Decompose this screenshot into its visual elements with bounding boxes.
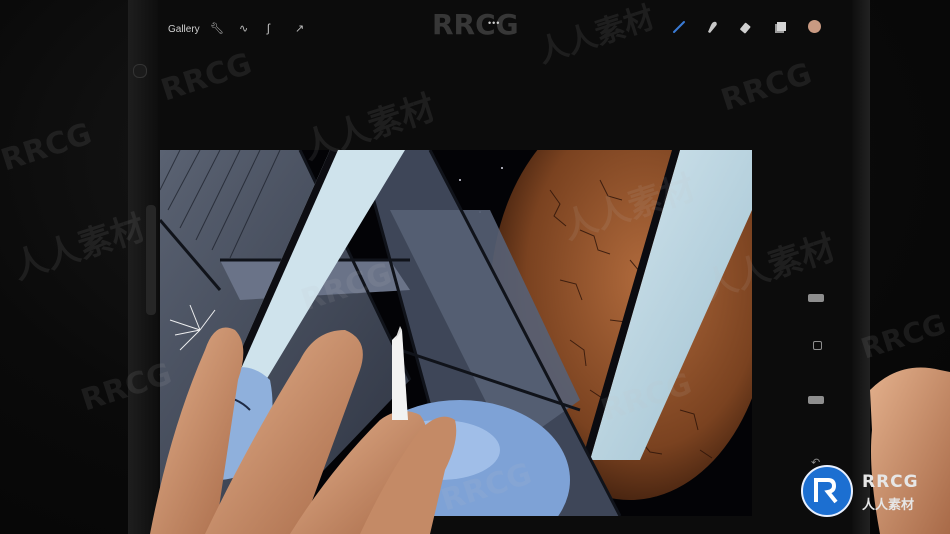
rrcg-logo: RRCG 人人素材 [800,464,950,520]
logo-brand-text: RRCG [862,472,919,492]
watermark-brand: RRCG [432,8,519,41]
rrcg-badge-icon [801,465,853,517]
logo-cn-text: 人人素材 [862,498,915,513]
